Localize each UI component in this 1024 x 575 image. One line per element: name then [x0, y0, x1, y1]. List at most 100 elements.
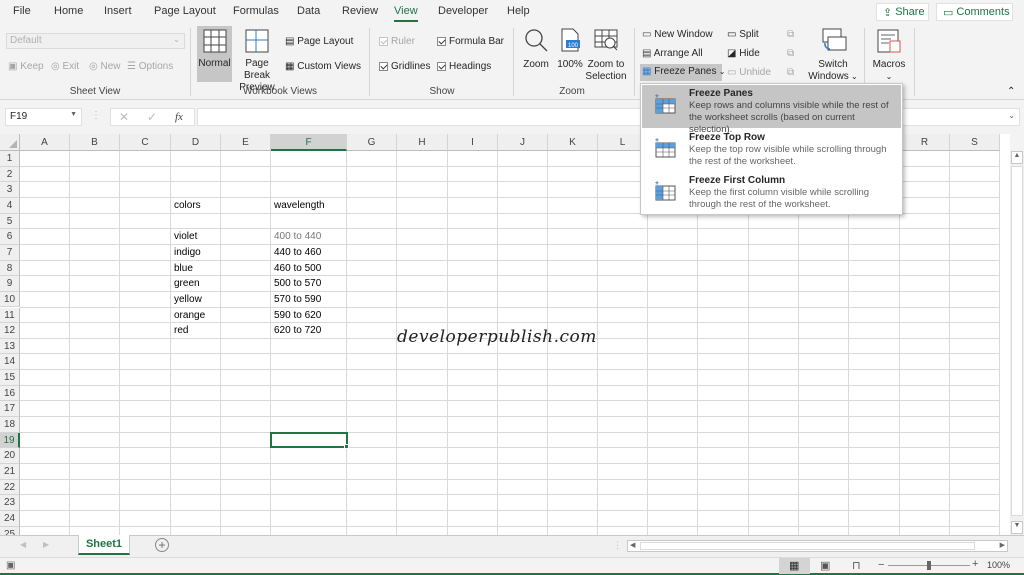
zoom-slider-thumb[interactable]	[927, 561, 931, 570]
keep-button[interactable]: ▣ Keep	[8, 61, 44, 72]
row-header-24[interactable]: 24	[0, 510, 20, 527]
cell-F7[interactable]: 440 to 460	[272, 247, 321, 258]
row-header-2[interactable]: 2	[0, 166, 20, 183]
menu-item-freeze-panes[interactable]: * Freeze Panes Keep rows and columns vis…	[642, 85, 901, 135]
vertical-scrollbar[interactable]: ▲ ▼	[1010, 151, 1024, 535]
row-header-1[interactable]: 1	[0, 151, 20, 167]
scroll-right-icon[interactable]: ▶	[1000, 541, 1005, 549]
share-button[interactable]: ⇪ Share	[876, 3, 929, 21]
column-header-G[interactable]: G	[347, 134, 397, 151]
zoom-level[interactable]: 100%	[987, 560, 1010, 570]
row-header-21[interactable]: 21	[0, 464, 20, 480]
cell-F11[interactable]: 590 to 620	[272, 310, 321, 321]
column-header-E[interactable]: E	[221, 134, 271, 151]
page-layout-view-button[interactable]: ▣	[820, 559, 830, 572]
cell-D6[interactable]: violet	[172, 231, 197, 242]
split-button[interactable]: ▭ Split	[727, 29, 759, 40]
row-header-19[interactable]: 19	[0, 432, 20, 449]
menu-item-freeze-first-column[interactable]: * Freeze First Column Keep the first col…	[642, 172, 901, 215]
freeze-panes-button[interactable]: ▦ Freeze Panes ⌄	[640, 64, 725, 81]
cancel-icon[interactable]: ✕	[119, 110, 129, 124]
scroll-left-icon[interactable]: ◀	[630, 541, 635, 549]
tab-file[interactable]: File	[13, 5, 31, 17]
exit-button[interactable]: ◎ Exit	[51, 61, 79, 72]
arrange-all-button[interactable]: ▤ Arrange All	[642, 48, 703, 59]
scroll-up-icon[interactable]: ▲	[1011, 151, 1023, 164]
horizontal-scroll-thumb[interactable]	[640, 542, 975, 550]
horizontal-scrollbar[interactable]: ◀ ▶	[627, 540, 1008, 552]
page-break-preview-button[interactable]: Page Break Preview	[233, 26, 281, 94]
zoom-button[interactable]: Zoom	[520, 27, 552, 71]
new-sheet-button[interactable]: +	[155, 538, 169, 552]
cell-F10[interactable]: 570 to 590	[272, 294, 321, 305]
zoom-out-button[interactable]: −	[878, 559, 884, 571]
column-header-J[interactable]: J	[498, 134, 548, 151]
column-header-F[interactable]: F	[271, 134, 347, 151]
synchronous-scrolling-icon[interactable]: ⧉	[787, 48, 794, 59]
tab-formulas[interactable]: Formulas	[233, 5, 279, 17]
menu-item-freeze-top-row[interactable]: * Freeze Top Row Keep the top row visibl…	[642, 129, 901, 172]
normal-view-status-button[interactable]: ▦	[779, 558, 810, 574]
row-header-12[interactable]: 12	[0, 323, 20, 339]
row-header-3[interactable]: 3	[0, 182, 20, 198]
tab-help[interactable]: Help	[507, 5, 530, 17]
row-header-7[interactable]: 7	[0, 244, 20, 261]
scroll-tabs-right-icon[interactable]: ▶	[43, 540, 49, 549]
unhide-button[interactable]: ▭ Unhide	[727, 67, 771, 78]
cell-D8[interactable]: blue	[172, 263, 193, 274]
select-all-button[interactable]	[0, 134, 20, 151]
tab-data[interactable]: Data	[297, 5, 320, 17]
row-header-5[interactable]: 5	[0, 213, 20, 230]
cell-D9[interactable]: green	[172, 278, 200, 289]
row-header-25[interactable]: 25	[0, 526, 20, 535]
row-header-18[interactable]: 18	[0, 417, 20, 433]
cell-F12[interactable]: 620 to 720	[272, 325, 321, 336]
row-header-17[interactable]: 17	[0, 401, 20, 418]
options-button[interactable]: ☰ Options	[127, 61, 173, 72]
headings-checkbox[interactable]: Headings	[437, 61, 491, 72]
column-header-I[interactable]: I	[448, 134, 498, 151]
zoom-to-selection-button[interactable]: Zoom to Selection	[585, 27, 627, 83]
column-header-S[interactable]: S	[950, 134, 1000, 151]
row-header-11[interactable]: 11	[0, 307, 20, 324]
row-header-20[interactable]: 20	[0, 448, 20, 464]
insert-function-icon[interactable]: fx	[175, 111, 183, 123]
ruler-checkbox[interactable]: Ruler	[379, 36, 415, 47]
row-header-4[interactable]: 4	[0, 197, 20, 214]
tab-home[interactable]: Home	[54, 5, 83, 17]
selected-cell-F19[interactable]	[270, 431, 348, 449]
cell-F6[interactable]: 400 to 440	[272, 231, 321, 242]
row-header-22[interactable]: 22	[0, 479, 20, 496]
cell-D11[interactable]: orange	[172, 310, 205, 321]
expand-formula-bar-icon[interactable]: ⌄	[1008, 111, 1015, 120]
cell-D4[interactable]: colors	[172, 200, 201, 211]
row-header-13[interactable]: 13	[0, 338, 20, 355]
row-header-15[interactable]: 15	[0, 370, 20, 386]
new-sheet-view-button[interactable]: ◎ New	[89, 61, 121, 72]
switch-windows-button[interactable]: Switch Windows ⌄	[808, 27, 858, 83]
column-header-R[interactable]: R	[900, 134, 950, 151]
accessibility-icon[interactable]: ▣	[6, 560, 15, 571]
row-header-14[interactable]: 14	[0, 354, 20, 371]
formula-bar-checkbox[interactable]: Formula Bar	[437, 36, 504, 47]
new-window-button[interactable]: ▭ New Window	[642, 29, 713, 40]
normal-view-button[interactable]: Normal	[197, 26, 232, 82]
row-header-6[interactable]: 6	[0, 229, 20, 245]
macros-button[interactable]: Macros ⌄	[870, 27, 908, 83]
page-break-view-button[interactable]: ⊓	[852, 559, 861, 572]
zoom-in-button[interactable]: +	[972, 558, 978, 570]
vertical-scroll-thumb[interactable]	[1011, 166, 1023, 516]
cell-D7[interactable]: indigo	[172, 247, 201, 258]
cell-F8[interactable]: 460 to 500	[272, 263, 321, 274]
column-header-A[interactable]: A	[20, 134, 70, 151]
column-header-H[interactable]: H	[397, 134, 448, 151]
column-header-B[interactable]: B	[70, 134, 120, 151]
cell-F4[interactable]: wavelength	[272, 200, 325, 211]
row-header-8[interactable]: 8	[0, 260, 20, 277]
row-header-23[interactable]: 23	[0, 495, 20, 511]
row-header-16[interactable]: 16	[0, 385, 20, 402]
collapse-ribbon-icon[interactable]: ⌃	[1007, 86, 1015, 97]
gridlines-checkbox[interactable]: Gridlines	[379, 61, 430, 72]
comments-button[interactable]: ▭ Comments	[936, 3, 1013, 21]
enter-check-icon[interactable]: ✓	[147, 110, 157, 124]
